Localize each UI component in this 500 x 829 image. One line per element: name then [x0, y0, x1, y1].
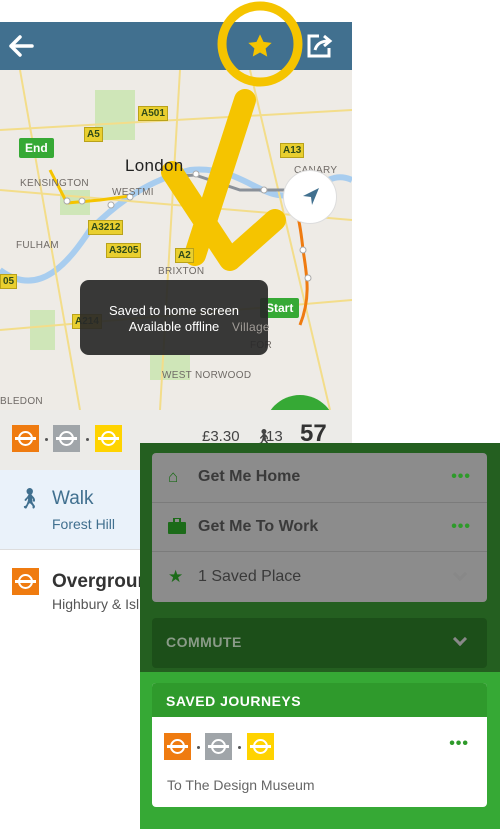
- get-me-to-work-item[interactable]: Get Me To Work •••: [152, 503, 487, 552]
- road-label: A3212: [88, 220, 124, 235]
- briefcase-icon: [168, 516, 186, 536]
- step-subtitle: Forest Hill: [52, 516, 116, 532]
- road-label: 05: [0, 274, 18, 289]
- map-label: Village: [232, 320, 270, 334]
- saved-places-item[interactable]: ★ 1 Saved Place: [152, 552, 487, 602]
- overground-icon: [12, 425, 39, 452]
- saved-journey-item[interactable]: ••• To The Design Museum: [152, 717, 487, 807]
- home-icon: ⌂: [168, 467, 179, 487]
- toast-line: Saved to home screen: [108, 303, 240, 318]
- more-icon[interactable]: •••: [451, 468, 471, 486]
- separator: [86, 438, 89, 441]
- route-map[interactable]: London KENSINGTON WESTMI FULHAM BRIXTON …: [0, 70, 352, 410]
- road-label: A3205: [106, 243, 142, 258]
- road-label: A501: [138, 106, 168, 121]
- road-label: A2: [175, 248, 194, 263]
- map-label: WESTMI: [112, 187, 154, 198]
- end-marker[interactable]: End: [19, 138, 54, 158]
- map-label: BRIXTON: [158, 266, 205, 277]
- highlight-circle: [217, 1, 303, 87]
- back-arrow-icon[interactable]: [8, 34, 34, 58]
- journey-name: To The Design Museum: [167, 777, 315, 793]
- separator: [197, 746, 200, 749]
- more-icon[interactable]: •••: [449, 735, 469, 753]
- map-label: WEST NORWOOD: [162, 370, 252, 381]
- section-title: COMMUTE: [166, 634, 242, 650]
- share-icon[interactable]: [305, 32, 335, 60]
- circle-line-icon: [247, 733, 274, 760]
- overground-icon: [164, 733, 191, 760]
- more-icon[interactable]: •••: [451, 518, 471, 536]
- chevron-down-icon[interactable]: [452, 631, 468, 647]
- road-label: A13: [280, 143, 305, 158]
- dlr-icon: [205, 733, 232, 760]
- commute-section[interactable]: COMMUTE: [152, 618, 487, 668]
- item-label: 1 Saved Place: [198, 567, 302, 585]
- circle-line-icon: [95, 425, 122, 452]
- map-label: KENSINGTON: [20, 178, 89, 189]
- star-icon: ★: [168, 566, 184, 586]
- road-label: A5: [84, 127, 103, 142]
- shortcuts-card: ⌂ Get Me Home ••• Get Me To Work ••• ★ 1…: [152, 453, 487, 602]
- item-label: Get Me To Work: [198, 517, 319, 535]
- separator: [238, 746, 241, 749]
- get-me-home-item[interactable]: ⌂ Get Me Home •••: [152, 453, 487, 503]
- map-label: London: [125, 156, 184, 175]
- item-label: Get Me Home: [198, 468, 301, 486]
- section-title: SAVED JOURNEYS: [152, 683, 487, 717]
- dlr-icon: [53, 425, 80, 452]
- navigation-arrow-icon: [303, 188, 319, 205]
- toast-message: Saved to home screen Available offline: [80, 280, 268, 355]
- saved-journeys-card: SAVED JOURNEYS ••• To The Design Museum: [152, 683, 487, 807]
- walk-icon: 🚶︎: [17, 488, 43, 510]
- overground-icon: [12, 568, 39, 595]
- saved-panel: ⌂ Get Me Home ••• Get Me To Work ••• ★ 1…: [140, 443, 500, 829]
- locate-me-button[interactable]: [283, 170, 337, 224]
- map-label: FULHAM: [16, 240, 59, 251]
- separator: [45, 438, 48, 441]
- step-title: Walk: [52, 488, 94, 509]
- map-label: BLEDON: [0, 396, 43, 407]
- shortcuts-section: ⌂ Get Me Home ••• Get Me To Work ••• ★ 1…: [140, 443, 500, 672]
